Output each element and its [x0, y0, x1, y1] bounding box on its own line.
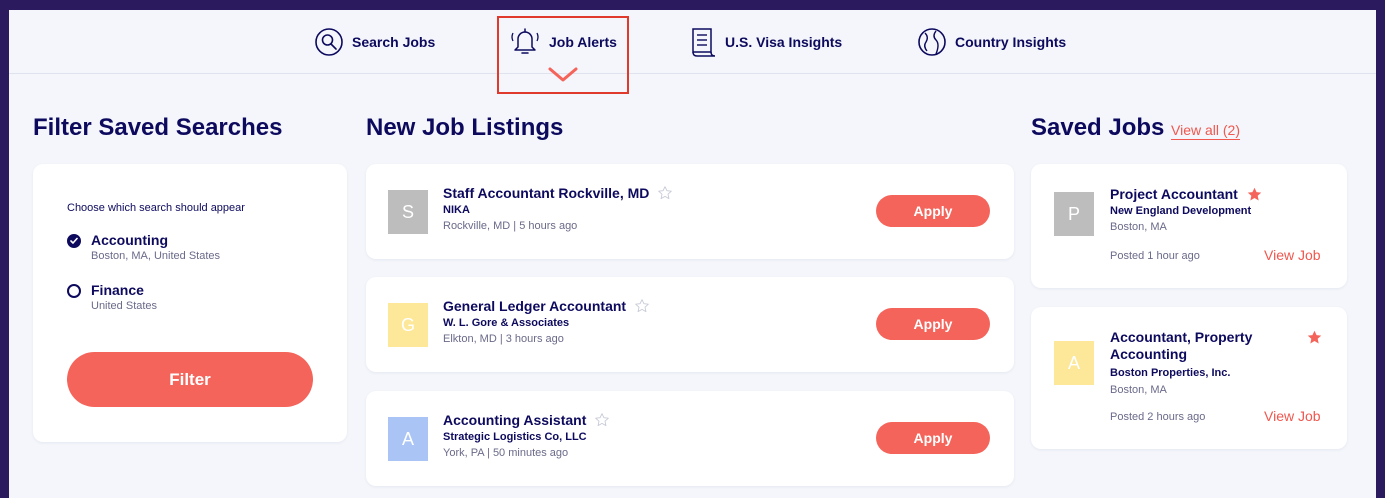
view-job-link[interactable]: View Job: [1264, 408, 1321, 424]
option-location: Boston, MA, United States: [91, 250, 221, 262]
nav-search-jobs-label: Search Jobs: [352, 34, 436, 50]
view-all-saved-link[interactable]: View all (2): [1171, 122, 1240, 138]
job-listing-card[interactable]: S Staff Accountant Rockville, MD NIKA Ro…: [366, 164, 1014, 259]
job-title-text: General Ledger Accountant: [443, 298, 627, 314]
star-outline-icon[interactable]: [634, 298, 650, 314]
job-meta: York, PA | 50 minutes ago: [443, 447, 569, 459]
option-label: Finance: [91, 282, 144, 298]
option-label: Accounting: [91, 232, 168, 248]
filter-prompt: Choose which search should appear: [67, 202, 245, 214]
job-meta: Elkton, MD | 3 hours ago: [443, 333, 564, 345]
option-location: United States: [91, 300, 158, 312]
star-filled-icon[interactable]: [1306, 329, 1323, 346]
saved-job-location: Boston, MA: [1110, 221, 1167, 233]
job-meta: Rockville, MD | 5 hours ago: [443, 220, 578, 232]
globe-icon: [918, 28, 946, 56]
company-avatar: A: [1054, 341, 1094, 385]
saved-job-posted: Posted 1 hour ago: [1110, 250, 1200, 262]
apply-button[interactable]: Apply: [876, 422, 990, 454]
nav-visa-insights-label: U.S. Visa Insights: [725, 34, 843, 50]
saved-job-title[interactable]: Project Accountant: [1110, 186, 1263, 203]
saved-job-title-text: Project Accountant: [1110, 186, 1238, 202]
saved-job-company: New England Development: [1110, 205, 1252, 217]
job-listing-card[interactable]: A Accounting Assistant Strategic Logisti…: [366, 391, 1014, 486]
nav-country-insights-label: Country Insights: [955, 34, 1067, 50]
job-company: NIKA: [443, 204, 470, 216]
star-outline-icon[interactable]: [594, 412, 610, 428]
top-navigation: Search Jobs Job Alerts U.S. Visa Insight…: [9, 10, 1376, 82]
checked-radio-icon[interactable]: [67, 234, 81, 248]
search-icon: [315, 28, 343, 56]
star-outline-icon[interactable]: [657, 185, 673, 201]
saved-section-title: Saved Jobs: [1031, 114, 1165, 141]
company-avatar: G: [388, 303, 428, 347]
saved-job-posted: Posted 2 hours ago: [1110, 411, 1206, 423]
job-title-text: Accounting Assistant: [443, 412, 587, 428]
document-icon: [692, 28, 716, 57]
apply-button[interactable]: Apply: [876, 195, 990, 227]
job-title-text: Staff Accountant Rockville, MD: [443, 185, 650, 201]
saved-job-card[interactable]: P Project Accountant New England Develop…: [1031, 164, 1347, 288]
saved-job-location: Boston, MA: [1110, 384, 1167, 396]
job-title[interactable]: Accounting Assistant: [443, 412, 610, 428]
active-tab-highlight: [497, 16, 629, 94]
job-listing-card[interactable]: G General Ledger Accountant W. L. Gore &…: [366, 277, 1014, 372]
company-avatar: S: [388, 190, 428, 234]
saved-job-title[interactable]: Accountant, Property Accounting: [1110, 329, 1280, 363]
nav-visa-insights[interactable]: U.S. Visa Insights: [689, 10, 842, 74]
saved-job-card[interactable]: A Accountant, Property Accounting Boston…: [1031, 307, 1347, 449]
job-company: W. L. Gore & Associates: [443, 317, 570, 329]
filter-card: Choose which search should appear Accoun…: [33, 164, 347, 442]
star-filled-icon[interactable]: [1246, 186, 1263, 203]
nav-search-jobs[interactable]: Search Jobs: [314, 10, 435, 74]
saved-job-company: Boston Properties, Inc.: [1110, 367, 1231, 379]
filter-button[interactable]: Filter: [67, 352, 313, 407]
nav-country-insights[interactable]: Country Insights: [917, 10, 1066, 74]
apply-button[interactable]: Apply: [876, 308, 990, 340]
company-avatar: A: [388, 417, 428, 461]
job-title[interactable]: Staff Accountant Rockville, MD: [443, 185, 673, 201]
company-avatar: P: [1054, 192, 1094, 236]
view-job-link[interactable]: View Job: [1264, 247, 1321, 263]
radio-icon[interactable]: [67, 284, 81, 298]
filter-section-title: Filter Saved Searches: [33, 114, 283, 141]
job-company: Strategic Logistics Co, LLC: [443, 431, 587, 443]
job-title[interactable]: General Ledger Accountant: [443, 298, 650, 314]
listings-section-title: New Job Listings: [366, 114, 564, 141]
app-frame: Search Jobs Job Alerts U.S. Visa Insight…: [9, 10, 1376, 498]
